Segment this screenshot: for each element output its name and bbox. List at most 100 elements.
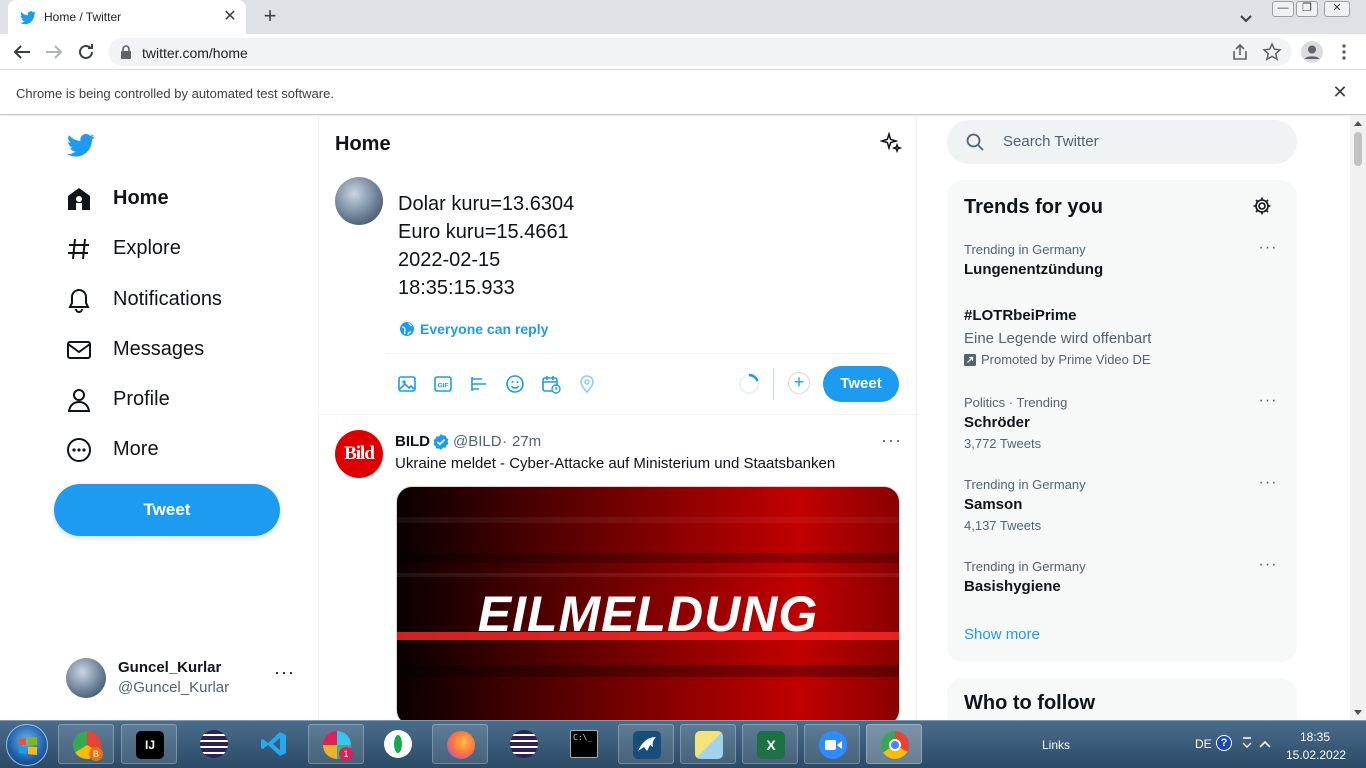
mongodb-icon (384, 730, 412, 758)
links-toolbar-label[interactable]: Links (1042, 738, 1070, 752)
who-to-follow-panel: Who to follow (947, 678, 1297, 720)
profile-avatar-icon[interactable] (1301, 41, 1323, 63)
emoji-icon[interactable] (505, 374, 525, 394)
clock-date[interactable]: 15.02.2022 (1286, 748, 1346, 762)
account-name: Guncel_Kurlar (118, 659, 222, 676)
language-indicator[interactable]: DE (1195, 737, 1212, 751)
mysql-dolphin-icon (633, 731, 661, 759)
tab-search-icon[interactable] (1236, 8, 1256, 28)
page-scrollbar[interactable] (1350, 116, 1366, 720)
clock-time[interactable]: 18:35 (1300, 730, 1330, 744)
tweet-more-icon[interactable]: ··· (881, 430, 902, 451)
show-more-link[interactable]: Show more (964, 626, 1040, 643)
scroll-down-icon[interactable] (1354, 710, 1362, 715)
gif-icon[interactable]: GIF (433, 374, 453, 394)
schedule-icon[interactable] (541, 374, 561, 394)
browser-tab[interactable]: Home / Twitter ✕ (8, 0, 246, 34)
taskbar-chrome-active[interactable] (866, 724, 922, 764)
tweet-text: Ukraine meldet - Cyber-Attacke auf Minis… (395, 455, 836, 472)
infobar-close-icon[interactable]: ✕ (1330, 82, 1350, 102)
taskbar-mysql-workbench[interactable] (618, 724, 674, 764)
tab-close-icon[interactable]: ✕ (220, 7, 240, 27)
scrollbar-thumb[interactable] (1354, 132, 1362, 166)
tweet-author-name[interactable]: BILD (395, 433, 430, 450)
window-restore-button[interactable]: ❐ (1296, 1, 1318, 17)
show-hidden-icons-icon[interactable] (1258, 738, 1272, 750)
slack-badge: 1 (339, 747, 353, 761)
person-icon (67, 389, 91, 412)
verified-badge-icon (433, 434, 449, 450)
trend-count: 4,137 Tweets (964, 518, 1042, 533)
input-options-icon[interactable] (1240, 734, 1254, 754)
trend-meta: Trending in Germany (964, 559, 1086, 574)
composer-divider (385, 353, 893, 354)
trend-more-icon[interactable]: ··· (1256, 557, 1280, 575)
taskbar-eclipse-2[interactable] (496, 724, 552, 764)
trend-item[interactable]: Politics · Trending Schröder 3,772 Tweet… (964, 393, 1280, 452)
bookmark-star-icon[interactable] (1262, 42, 1282, 62)
composer-avatar[interactable] (335, 177, 383, 225)
scroll-up-icon[interactable] (1354, 121, 1362, 126)
trend-count: 3,772 Tweets (964, 436, 1042, 451)
trend-name: Basishygiene (964, 578, 1061, 595)
location-icon[interactable] (577, 374, 597, 394)
media-stripe (397, 573, 899, 577)
account-more-icon: ··· (274, 662, 295, 682)
svg-text:GIF: GIF (438, 383, 449, 390)
taskbar-vscode[interactable] (246, 724, 302, 764)
help-icon[interactable]: ? (1216, 735, 1232, 751)
account-handle: @Guncel_Kurlar (118, 679, 230, 696)
taskbar-chrome-profile[interactable]: B (58, 724, 114, 764)
search-placeholder: Search Twitter (1003, 133, 1099, 150)
hashtag-icon (68, 238, 89, 260)
taskbar-zoom[interactable] (804, 724, 860, 764)
taskbar-firefox[interactable] (432, 724, 488, 764)
eclipse-icon (510, 730, 538, 758)
trend-item[interactable]: Trending in Germany Samson 4,137 Tweets … (964, 475, 1280, 534)
image-icon[interactable] (397, 374, 417, 394)
tweet-avatar[interactable]: Bild (335, 430, 383, 478)
account-switcher[interactable]: Guncel_Kurlar @Guncel_Kurlar ··· (66, 656, 306, 700)
chrome-menu-icon[interactable] (1334, 42, 1354, 62)
taskbar-slack[interactable]: 1 (308, 724, 364, 764)
trend-item[interactable]: Trending in Germany Basishygiene ··· (964, 557, 1280, 596)
sparkle-icon[interactable] (880, 132, 902, 154)
new-tab-button[interactable]: + (258, 5, 282, 29)
taskbar-mongodb[interactable] (370, 724, 426, 764)
media-stripe (397, 553, 899, 563)
window-close-button[interactable]: ✕ (1324, 1, 1350, 17)
media-stripe (397, 517, 899, 523)
reload-icon[interactable] (74, 40, 98, 64)
tweet-handle[interactable]: @BILD (453, 433, 502, 450)
promoted-trend-item[interactable]: #LOTRbeiPrime Eine Legende wird offenbar… (964, 307, 1280, 367)
taskbar-excel[interactable]: X (742, 724, 798, 764)
trend-item[interactable]: Trending in Germany Lungenentzündung ··· (964, 240, 1280, 279)
compose-tweet-button[interactable]: Tweet (54, 484, 280, 536)
tweet-time[interactable]: 27m (512, 433, 541, 450)
twitter-logo-icon[interactable] (66, 130, 96, 158)
globe-icon (400, 322, 414, 336)
trend-more-icon[interactable]: ··· (1256, 475, 1280, 493)
address-bar[interactable]: twitter.com/home (108, 38, 1292, 66)
search-box[interactable]: Search Twitter (947, 120, 1297, 164)
windows-taskbar: B IJ 1 C:\_ X Links DE ? 18:35 15.02.202… (0, 720, 1366, 768)
taskbar-cmd[interactable]: C:\_ (556, 724, 612, 764)
submit-tweet-button[interactable]: Tweet (823, 366, 899, 402)
share-icon[interactable] (1230, 42, 1250, 62)
back-icon[interactable] (10, 40, 34, 64)
tweet-media-image[interactable]: EILMELDUNG (396, 486, 900, 720)
taskbar-intellij[interactable]: IJ (121, 724, 177, 764)
trend-more-icon[interactable]: ··· (1256, 393, 1280, 411)
trend-more-icon[interactable]: ··· (1256, 240, 1280, 258)
cmd-icon: C:\_ (570, 730, 598, 758)
start-button[interactable] (6, 724, 48, 766)
taskbar-sticky-notes[interactable] (680, 724, 736, 764)
forward-icon[interactable] (42, 40, 66, 64)
taskbar-eclipse[interactable] (186, 724, 242, 764)
gear-icon[interactable] (1252, 196, 1272, 216)
media-stripe (397, 665, 899, 677)
trend-name: Schröder (964, 414, 1030, 431)
window-minimize-button[interactable]: — (1272, 1, 1294, 17)
poll-icon[interactable] (469, 374, 489, 394)
add-thread-button[interactable]: + (788, 372, 810, 394)
